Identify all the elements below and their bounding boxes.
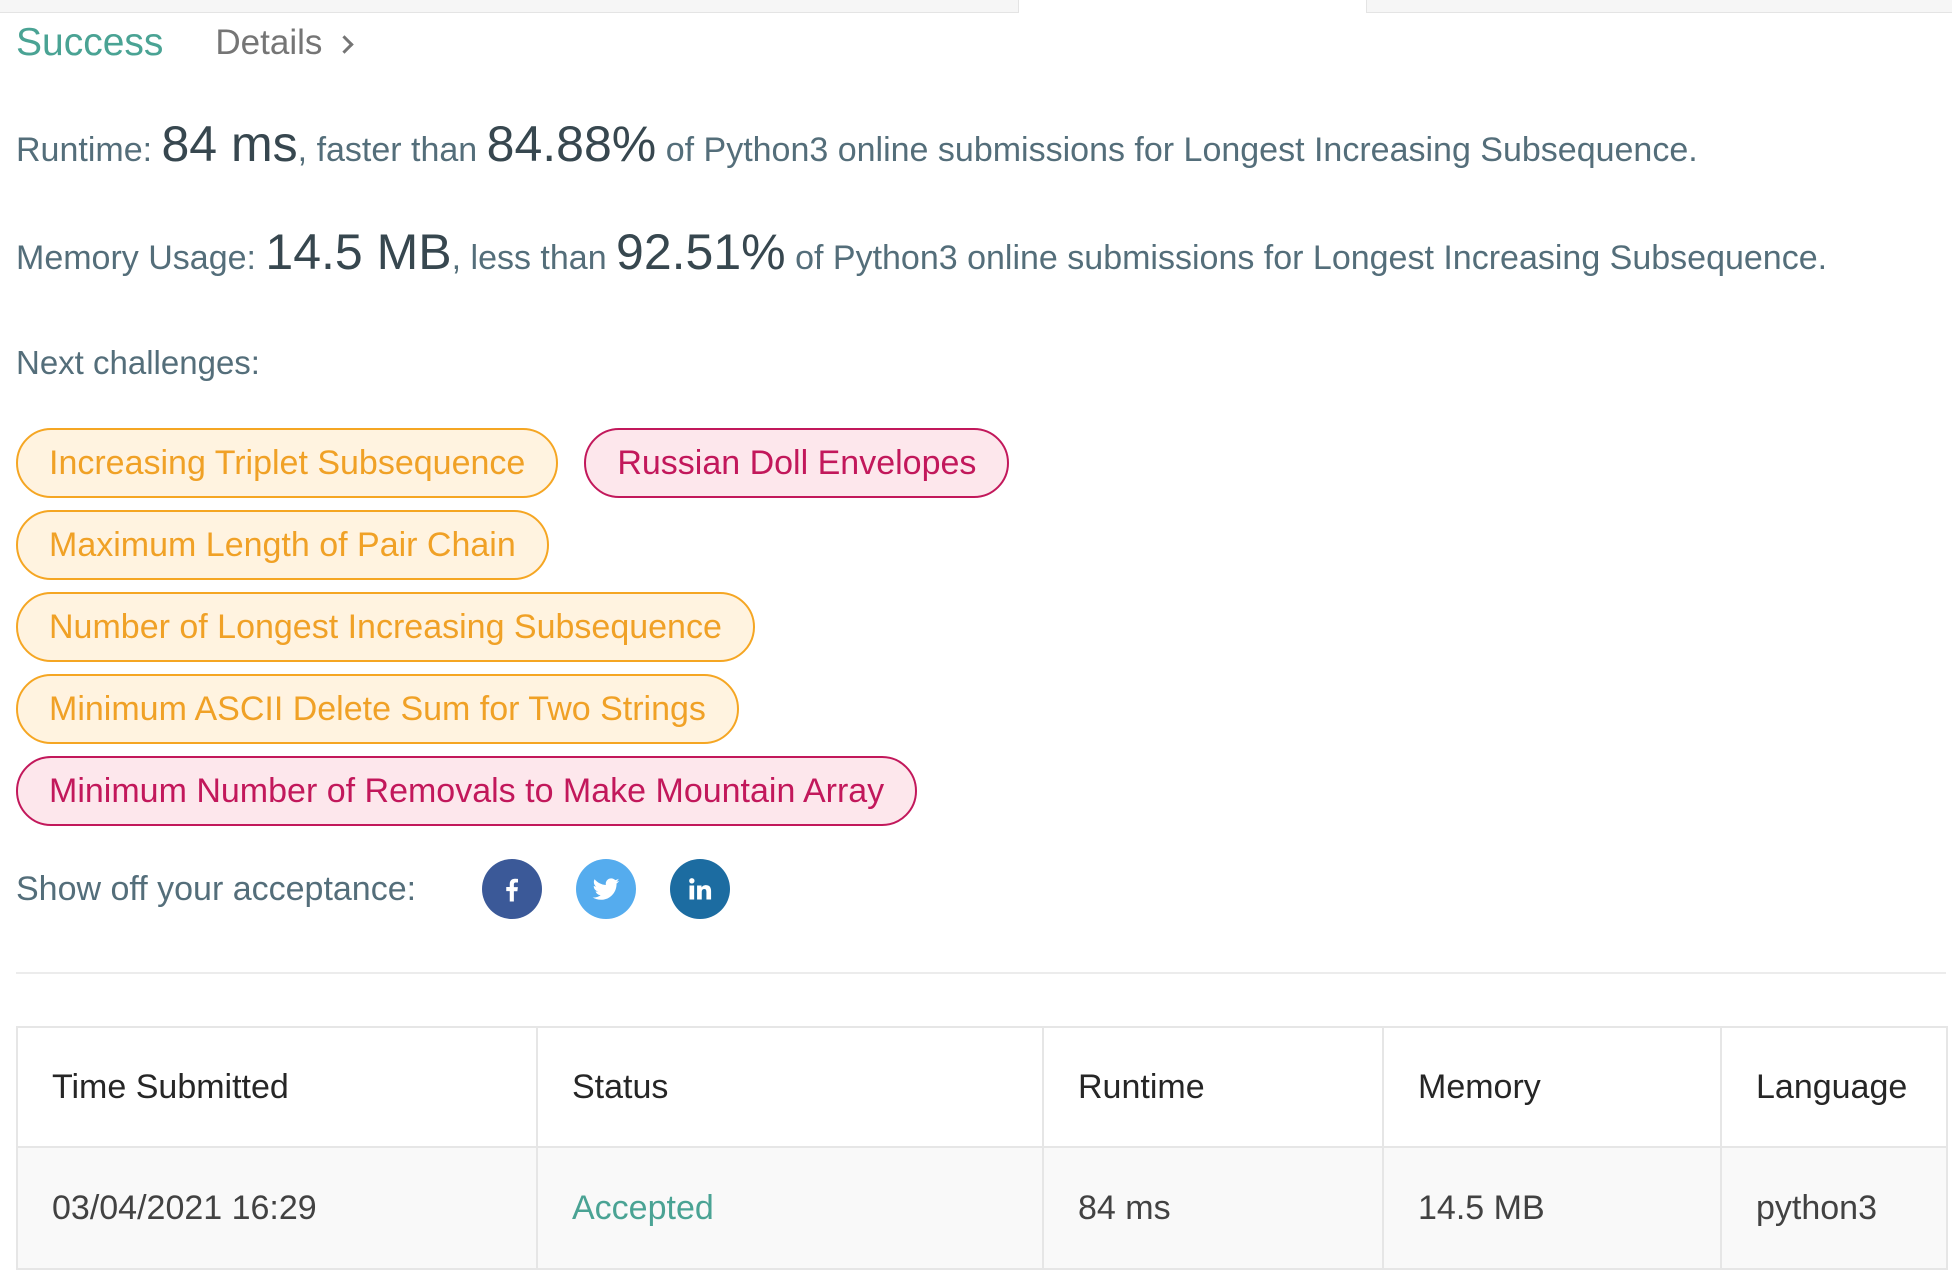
cell-status-accepted-link[interactable]: Accepted	[536, 1146, 1044, 1270]
chip-row: Increasing Triplet Subsequence Russian D…	[16, 428, 1116, 498]
tab-strip-right	[1366, 0, 1952, 13]
details-label: Details	[215, 23, 323, 62]
submissions-table: Time Submitted Status Runtime Memory Lan…	[16, 1026, 1948, 1270]
chevron-right-icon	[335, 35, 355, 54]
chip-row: Number of Longest Increasing Subsequence	[16, 592, 1116, 662]
memory-summary: Memory Usage: 14.5 MB, less than 92.51% …	[16, 223, 1827, 281]
result-header: Success Details	[16, 18, 355, 68]
column-header-status: Status	[536, 1026, 1044, 1148]
facebook-icon[interactable]	[482, 859, 543, 919]
column-header-memory: Memory	[1382, 1026, 1722, 1148]
next-challenges-list: Increasing Triplet Subsequence Russian D…	[16, 428, 1116, 838]
runtime-comparison: , faster than	[297, 131, 487, 169]
chip-row: Minimum Number of Removals to Make Mount…	[16, 756, 1116, 826]
memory-value: 14.5 MB	[265, 224, 452, 280]
chip-row: Minimum ASCII Delete Sum for Two Strings	[16, 674, 1116, 744]
memory-label: Memory Usage:	[16, 239, 266, 277]
share-section: Show off your acceptance:	[16, 858, 764, 920]
column-header-time-submitted: Time Submitted	[16, 1026, 538, 1148]
cell-language: python3	[1720, 1146, 1948, 1270]
cell-memory: 14.5 MB	[1382, 1146, 1722, 1270]
table-row: 03/04/2021 16:29 Accepted 84 ms 14.5 MB …	[16, 1146, 1948, 1270]
runtime-label: Runtime:	[16, 131, 162, 169]
runtime-percentile: 84.88%	[486, 116, 657, 172]
twitter-icon[interactable]	[576, 859, 637, 919]
runtime-value: 84 ms	[161, 116, 298, 172]
runtime-suffix: of Python3 online submissions for Longes…	[656, 131, 1698, 169]
cell-time-submitted: 03/04/2021 16:29	[16, 1146, 538, 1270]
section-divider	[16, 972, 1946, 974]
next-challenges-label: Next challenges:	[16, 344, 260, 381]
challenge-chip-minimum-ascii-delete-sum[interactable]: Minimum ASCII Delete Sum for Two Strings	[16, 674, 739, 744]
linkedin-icon[interactable]	[670, 859, 731, 919]
challenge-chip-increasing-triplet-subsequence[interactable]: Increasing Triplet Subsequence	[16, 428, 559, 498]
column-header-language: Language	[1720, 1026, 1948, 1148]
memory-comparison: , less than	[451, 239, 617, 277]
details-link[interactable]: Details	[215, 23, 355, 63]
challenge-chip-maximum-length-of-pair-chain[interactable]: Maximum Length of Pair Chain	[16, 510, 549, 580]
memory-suffix: of Python3 online submissions for Longes…	[785, 239, 1828, 277]
table-header-row: Time Submitted Status Runtime Memory Lan…	[16, 1026, 1948, 1148]
top-tab-strip	[0, 0, 1952, 14]
memory-percentile: 92.51%	[616, 224, 786, 280]
tab-strip-left	[0, 0, 1019, 13]
success-status: Success	[16, 21, 164, 64]
column-header-runtime: Runtime	[1042, 1026, 1384, 1148]
challenge-chip-number-of-longest-increasing-subsequence[interactable]: Number of Longest Increasing Subsequence	[16, 592, 755, 662]
cell-runtime: 84 ms	[1042, 1146, 1384, 1270]
share-label: Show off your acceptance:	[16, 869, 417, 908]
runtime-summary: Runtime: 84 ms, faster than 84.88% of Py…	[16, 115, 1698, 173]
challenge-chip-minimum-removals-mountain-array[interactable]: Minimum Number of Removals to Make Mount…	[16, 756, 918, 826]
challenge-chip-russian-doll-envelopes[interactable]: Russian Doll Envelopes	[584, 428, 1010, 498]
chip-row: Maximum Length of Pair Chain	[16, 510, 1116, 580]
